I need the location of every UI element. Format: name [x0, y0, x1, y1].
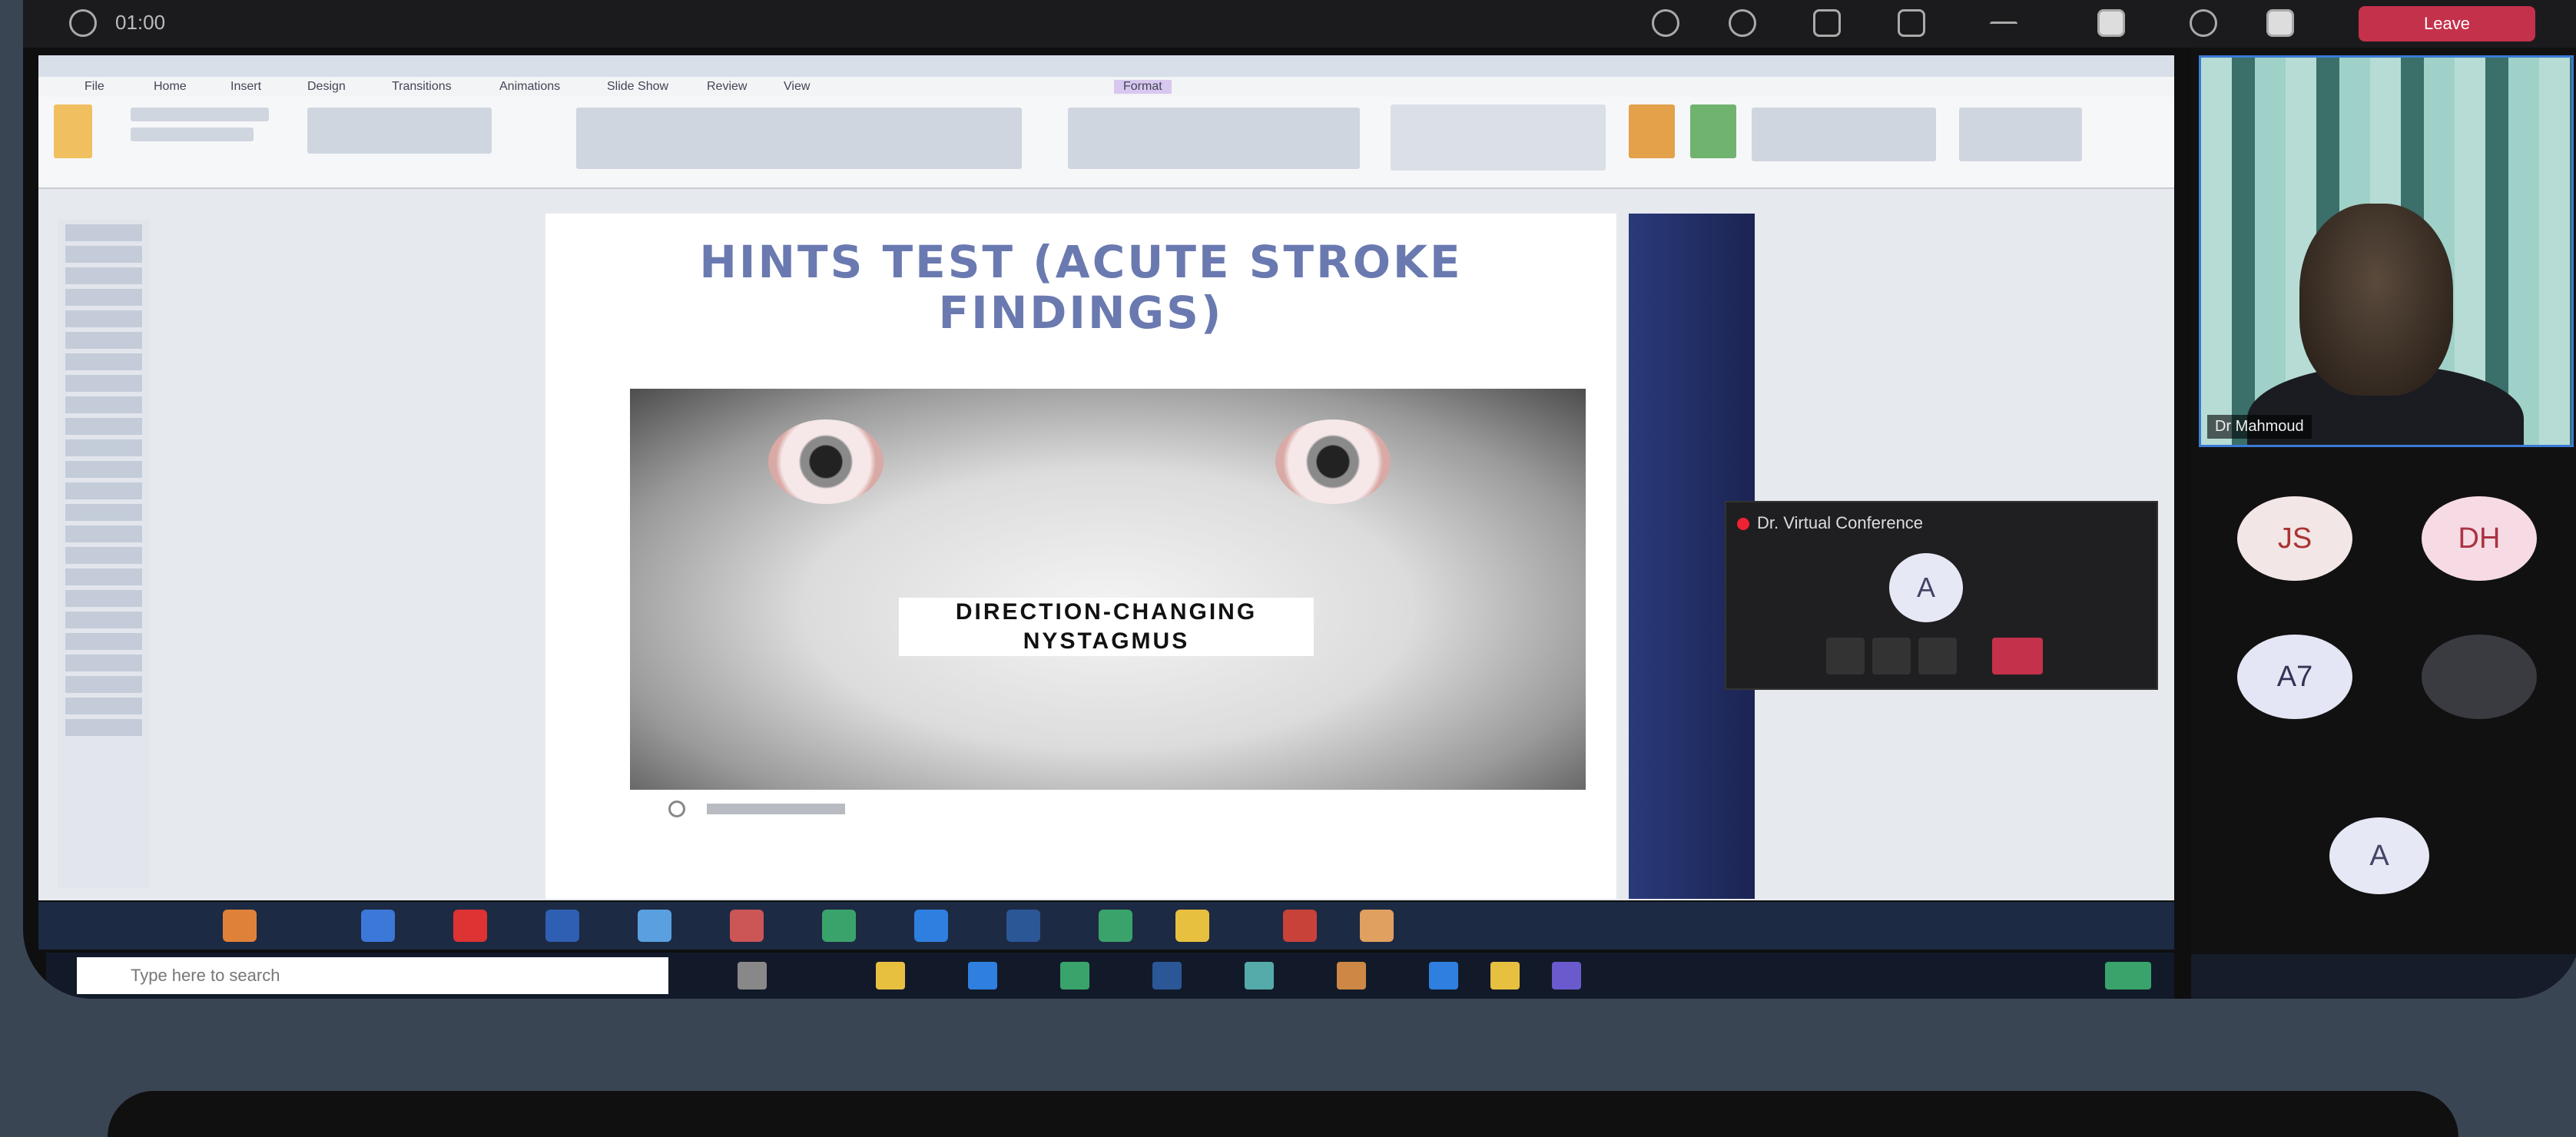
presenter-video[interactable]: Dr Mahmoud [2199, 55, 2574, 447]
video-progress-bar[interactable] [707, 804, 845, 814]
shapes-gallery[interactable] [1391, 104, 1606, 171]
presenter-name: Dr Mahmoud [2207, 415, 2312, 439]
teams-window: 01:00 Leave File Home Insert Design Tran… [23, 0, 2576, 999]
tab-file[interactable]: File [85, 80, 104, 94]
ppt-title-bar [38, 55, 2174, 77]
teams-icon[interactable] [1552, 962, 1581, 989]
slide-title: HINTS TEST (ACUTE STROKE FINDINGS) [545, 237, 1616, 338]
arrange-icon[interactable] [1629, 104, 1675, 158]
slide-canvas: HINTS TEST (ACUTE STROKE FINDINGS) DIREC… [545, 214, 1616, 899]
embedded-video[interactable]: DIRECTION-CHANGING NYSTAGMUS [630, 389, 1586, 790]
paragraph-group[interactable] [1068, 108, 1360, 169]
tab-design[interactable]: Design [307, 80, 346, 94]
share-icon[interactable] [1918, 638, 1957, 675]
tab-review[interactable]: Review [707, 80, 747, 94]
slides-group[interactable] [307, 108, 492, 154]
chat-icon[interactable] [1729, 9, 1756, 37]
taskbar-app-icon[interactable] [361, 910, 395, 942]
share-icon[interactable] [2266, 9, 2294, 37]
slide-title-line-2: FINDINGS) [938, 287, 1224, 339]
font-group[interactable] [576, 108, 1022, 169]
shared-powerpoint: File Home Insert Design Transitions Anim… [38, 55, 2174, 939]
system-tray [2191, 954, 2576, 999]
participant-avatar[interactable]: A7 [2237, 635, 2352, 719]
slide-title-line-1: HINTS TEST (ACUTE STROKE [699, 236, 1463, 288]
taskbar-app-icon[interactable] [1060, 962, 1089, 989]
rooms-icon[interactable] [1898, 9, 1925, 37]
right-eye-image [1275, 419, 1391, 504]
quick-styles-icon[interactable] [1690, 104, 1736, 158]
tab-transitions[interactable]: Transitions [392, 80, 452, 94]
participant-avatar[interactable]: A [2329, 817, 2429, 894]
cut-button[interactable] [131, 108, 269, 121]
taskbar-app-icon[interactable] [1429, 962, 1458, 989]
video-caption: DIRECTION-CHANGING NYSTAGMUS [899, 598, 1314, 656]
next-screenshot-frame [108, 1091, 2458, 1137]
powerpoint-icon[interactable] [1283, 910, 1317, 942]
meeting-top-bar: 01:00 Leave [23, 0, 2576, 48]
mini-call-avatar: A [1889, 553, 1963, 622]
copy-button[interactable] [131, 128, 254, 141]
taskbar-app-icon[interactable] [1360, 910, 1394, 942]
hang-up-button[interactable] [1992, 638, 2043, 675]
folder-icon[interactable] [876, 962, 905, 989]
taskbar-app-icon[interactable] [1152, 962, 1182, 989]
folder-icon[interactable] [1175, 910, 1209, 942]
tab-animations[interactable]: Animations [499, 80, 560, 94]
reactions-icon[interactable] [1813, 9, 1841, 37]
record-icon [1737, 518, 1749, 530]
battery-icon [2105, 962, 2151, 989]
ribbon-tabs: File Home Insert Design Transitions Anim… [38, 77, 2174, 97]
camera-icon[interactable] [2097, 9, 2125, 37]
shield-icon [69, 9, 97, 37]
video-caption-line-2: NYSTAGMUS [1023, 628, 1190, 654]
tab-view[interactable]: View [784, 80, 810, 94]
taskbar-app-icon[interactable] [1490, 962, 1520, 989]
editing-group[interactable] [1959, 108, 2082, 161]
tab-slide-show[interactable]: Slide Show [607, 80, 668, 94]
taskbar-app-icon[interactable] [1099, 910, 1132, 942]
taskbar-app-icon[interactable] [822, 910, 856, 942]
local-taskbar: Type here to search [46, 953, 2174, 999]
tab-home[interactable]: Home [154, 80, 187, 94]
leave-button[interactable]: Leave [2359, 6, 2535, 41]
taskbar-app-icon[interactable] [1245, 962, 1274, 989]
taskbar-app-icon[interactable] [968, 962, 997, 989]
taskbar-app-icon[interactable] [638, 910, 671, 942]
paste-icon[interactable] [54, 104, 92, 158]
drawing-group[interactable] [1752, 108, 1936, 161]
slide-thumbnails[interactable] [58, 220, 150, 888]
more-icon[interactable] [1990, 22, 2017, 26]
mic-icon[interactable] [1872, 638, 1911, 675]
word-icon[interactable] [545, 910, 579, 942]
camera-icon[interactable] [1826, 638, 1865, 675]
participants-panel: Dr Mahmoud JS DH A7 A [2191, 48, 2576, 999]
mic-icon[interactable] [2190, 9, 2217, 37]
task-view-icon[interactable] [738, 962, 767, 989]
taskbar-app-icon[interactable] [914, 910, 948, 942]
presenter-face [2299, 204, 2453, 396]
play-icon[interactable] [668, 801, 685, 817]
tab-format[interactable]: Format [1114, 80, 1172, 94]
mini-call-header: Dr. Virtual Conference [1737, 513, 2146, 533]
mini-call-title: Dr. Virtual Conference [1757, 513, 1924, 532]
taskbar-app-icon[interactable] [730, 910, 764, 942]
tab-insert[interactable]: Insert [230, 80, 261, 94]
participant-avatar[interactable]: JS [2237, 496, 2352, 581]
participant-avatar[interactable]: DH [2422, 496, 2537, 581]
mini-call-window[interactable]: Dr. Virtual Conference A [1725, 501, 2158, 690]
taskbar-app-icon[interactable] [1337, 962, 1366, 989]
participants-icon[interactable] [1652, 9, 1679, 37]
ribbon [38, 97, 2174, 189]
left-eye-image [768, 419, 884, 504]
video-controls [630, 797, 1586, 820]
taskbar-app-icon[interactable] [453, 910, 487, 942]
word-icon[interactable] [1006, 910, 1040, 942]
taskbar-search[interactable]: Type here to search [77, 957, 668, 994]
meeting-timer: 01:00 [115, 11, 166, 34]
participant-avatar[interactable] [2422, 635, 2537, 719]
taskbar-app-icon[interactable] [223, 910, 257, 942]
video-caption-line-1: DIRECTION-CHANGING [955, 599, 1258, 625]
remote-taskbar [38, 902, 2174, 950]
